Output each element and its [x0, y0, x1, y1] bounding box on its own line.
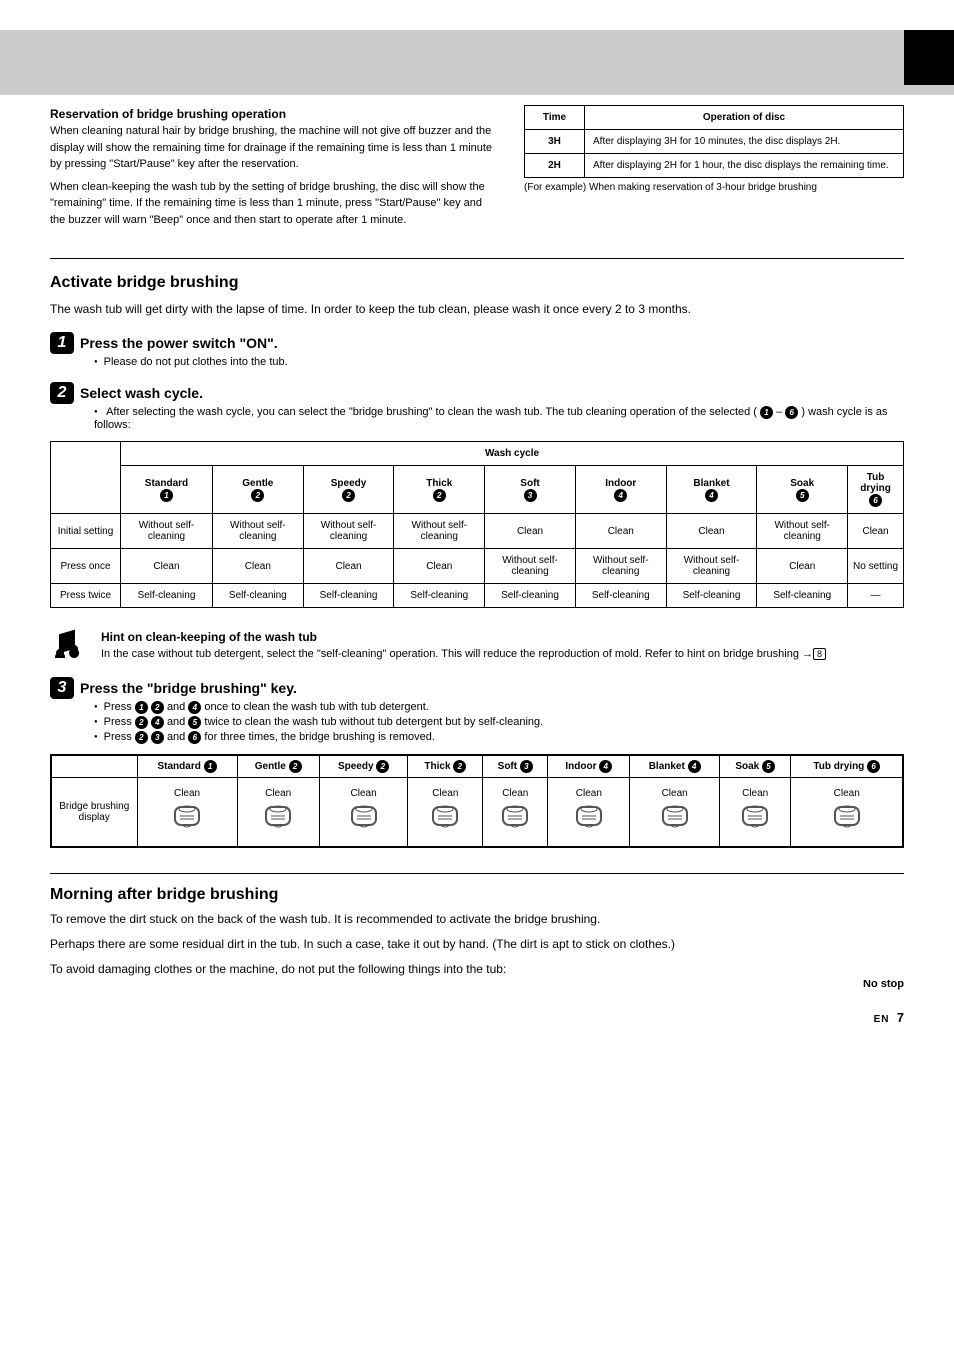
brush-icon — [830, 799, 864, 833]
hint-heading: Hint on clean-keeping of the wash tub — [101, 628, 826, 646]
wash-cycle-head: Wash cycle — [121, 442, 904, 466]
step3-b2: Press 2 4 and 5 twice to clean the wash … — [94, 716, 904, 729]
disc-th-op: Operation of disc — [585, 106, 904, 130]
page-number: EN 7 — [50, 1010, 904, 1025]
activate-intro: The wash tub will get dirty with the lap… — [50, 300, 904, 318]
step3-b1: Press 1 2 and 4 once to clean the wash t… — [94, 701, 904, 714]
brush-icon — [347, 799, 381, 833]
brush-icon — [261, 799, 295, 833]
hint-body: In the case without tub detergent, selec… — [101, 646, 826, 663]
wash-cycle-table: Wash cycle Standard1 Gentle2 Speedy2 Thi… — [50, 441, 904, 608]
step-3-text: Press the "bridge brushing" key. — [80, 680, 297, 696]
brush-icon — [498, 799, 532, 833]
morning-p2: Perhaps there are some residual dirt in … — [50, 935, 904, 954]
disc-r2c2: After displaying 2H for 1 hour, the disc… — [585, 154, 904, 178]
activate-heading: Activate bridge brushing — [50, 258, 904, 292]
step-2-text: Select wash cycle. — [80, 385, 203, 401]
morning-heading: Morning after bridge brushing — [50, 873, 904, 904]
music-note-icon — [50, 628, 86, 658]
bridge-brushing-table: Standard 1 Gentle 2 Speedy 2 Thick 2 Sof… — [50, 754, 904, 849]
disc-operation-table: Time Operation of disc 3H After displayi… — [524, 105, 904, 178]
step-1-text: Press the power switch "ON". — [80, 335, 278, 351]
disc-r1c2: After displaying 3H for 10 minutes, the … — [585, 130, 904, 154]
reservation-heading: Reservation of bridge brushing operation — [50, 105, 494, 123]
disc-r2c1: 2H — [525, 154, 585, 178]
disc-th-time: Time — [525, 106, 585, 130]
step-1-bullet: Please do not put clothes into the tub. — [94, 356, 904, 368]
disc-note: (For example) When making reservation of… — [524, 182, 904, 193]
brush-icon — [170, 799, 204, 833]
step-2-bullet: After selecting the wash cycle, you can … — [94, 406, 904, 431]
brush-icon — [658, 799, 692, 833]
no-stop-label: No stop — [863, 980, 904, 990]
morning-p1: To remove the dirt stuck on the back of … — [50, 910, 904, 929]
step-1-icon: 1 — [50, 332, 74, 354]
step-3-icon: 3 — [50, 677, 74, 699]
step3-b3: Press 2 3 and 6 for three times, the bri… — [94, 731, 904, 744]
disc-r1c1: 3H — [525, 130, 585, 154]
brush-icon — [428, 799, 462, 833]
brush-icon — [738, 799, 772, 833]
reservation-body2: When clean-keeping the wash tub by the s… — [50, 179, 494, 229]
morning-p3: To avoid damaging clothes or the machine… — [50, 960, 904, 979]
reservation-body: When cleaning natural hair by bridge bru… — [50, 123, 494, 173]
brush-icon — [572, 799, 606, 833]
page-ref-icon: →8 — [802, 646, 826, 663]
step-2-icon: 2 — [50, 382, 74, 404]
